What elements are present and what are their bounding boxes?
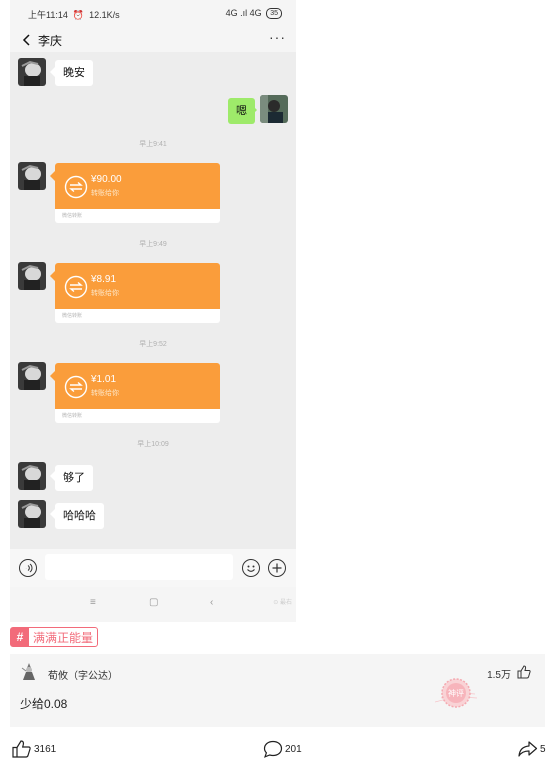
- hashtag-icon: #: [11, 628, 29, 646]
- alarm-icon: ⏰: [70, 10, 87, 20]
- contact-avatar[interactable]: [18, 462, 46, 490]
- transfer-amount: ¥8.91: [91, 274, 117, 285]
- comment-text: 少给0.08: [20, 697, 68, 711]
- system-nav-bar: ≡ ▢ ‹ ⊙ 最右: [10, 587, 296, 622]
- transfer-card[interactable]: ¥8.91 转账给你 微信转账: [55, 263, 220, 323]
- status-bar: 上午11:14 ⏰ 12.1K/s 4G .ıl 4G 35: [10, 0, 296, 26]
- share-count: 5: [540, 743, 546, 755]
- voice-icon: [25, 563, 33, 573]
- comment-like-count: 1.5万: [487, 670, 511, 681]
- emoji-button[interactable]: [242, 559, 260, 577]
- transfer-icon: [64, 275, 88, 299]
- menu-nav-icon[interactable]: ≡: [90, 597, 96, 608]
- comment-bubble-icon: [263, 740, 283, 758]
- my-message-bubble: 嗯: [228, 98, 255, 124]
- stamp-text: 神评: [448, 688, 464, 698]
- commenter-name[interactable]: 荀攸（字公达）: [48, 667, 118, 682]
- chat-header: 李庆 ···: [10, 26, 296, 52]
- transfer-icon: [64, 375, 88, 399]
- comment-count: 201: [285, 743, 302, 755]
- timestamp: 早上10:09: [137, 441, 169, 448]
- chat-title: 李庆: [38, 34, 63, 48]
- contact-avatar[interactable]: [18, 500, 46, 528]
- comment-button[interactable]: 201: [263, 740, 302, 758]
- thumbs-up-icon: [12, 740, 31, 758]
- chat-input-bar: [10, 549, 296, 587]
- timestamp: 早上9:49: [139, 241, 167, 248]
- share-arrow-icon: [518, 741, 538, 757]
- transfer-amount: ¥1.01: [91, 374, 117, 385]
- contact-avatar[interactable]: [18, 362, 46, 390]
- transfer-card[interactable]: ¥1.01 转账给你 微信转账: [55, 363, 220, 423]
- battery-icon: 35: [266, 8, 282, 20]
- network-speed: 12.1K/s: [89, 10, 120, 20]
- transfer-amount: ¥90.00: [91, 174, 122, 185]
- transfer-note: 转账给你: [91, 390, 119, 397]
- signal-icon: 4G .ıl 4G: [225, 8, 262, 18]
- commenter-avatar[interactable]: [20, 662, 38, 680]
- contact-avatar[interactable]: [18, 262, 46, 290]
- god-comment-stamp: 神评: [435, 678, 477, 708]
- status-time: 上午11:14: [28, 10, 68, 20]
- share-button[interactable]: 5: [518, 740, 546, 758]
- transfer-note: 转账给你: [91, 290, 119, 297]
- timestamp: 早上9:41: [139, 141, 167, 148]
- topic-tag[interactable]: # 满满正能量: [10, 627, 99, 647]
- emoji-icon: [247, 565, 255, 572]
- like-count: 3161: [34, 743, 57, 755]
- transfer-card[interactable]: ¥90.00 转账给你 微信转账: [55, 163, 220, 223]
- post-action-bar: 3161 201 5: [0, 736, 559, 764]
- message-bubble: 够了: [55, 465, 93, 491]
- transfer-footer: 微信转账: [62, 213, 83, 219]
- chat-screenshot: 上午11:14 ⏰ 12.1K/s 4G .ıl 4G 35 李庆 ··· 晚安…: [10, 0, 296, 622]
- transfer-note: 转账给你: [91, 190, 119, 197]
- back-arrow-icon[interactable]: [20, 33, 34, 47]
- plus-icon: [272, 563, 282, 573]
- message-bubble: 晚安: [55, 60, 93, 86]
- voice-button[interactable]: [19, 559, 37, 577]
- watermark: ⊙ 最右: [273, 600, 292, 606]
- topic-label: 满满正能量: [33, 630, 94, 645]
- my-avatar[interactable]: [260, 95, 288, 123]
- home-nav-icon[interactable]: ▢: [149, 597, 158, 608]
- thumbs-up-icon[interactable]: [517, 665, 531, 679]
- top-comment[interactable]: 荀攸（字公达） 少给0.08 神评 1.5万: [10, 654, 545, 727]
- message-bubble: 哈哈哈: [55, 503, 104, 529]
- plus-button[interactable]: [268, 559, 286, 577]
- more-options-icon[interactable]: ···: [269, 29, 286, 45]
- transfer-footer: 微信转账: [62, 313, 83, 319]
- transfer-footer: 微信转账: [62, 413, 83, 419]
- transfer-icon: [64, 175, 88, 199]
- like-button[interactable]: 3161: [12, 740, 56, 758]
- contact-avatar[interactable]: [18, 162, 46, 190]
- timestamp: 早上9:52: [139, 341, 167, 348]
- contact-avatar[interactable]: [18, 58, 46, 86]
- message-input[interactable]: [45, 554, 233, 580]
- back-nav-icon[interactable]: ‹: [210, 597, 213, 608]
